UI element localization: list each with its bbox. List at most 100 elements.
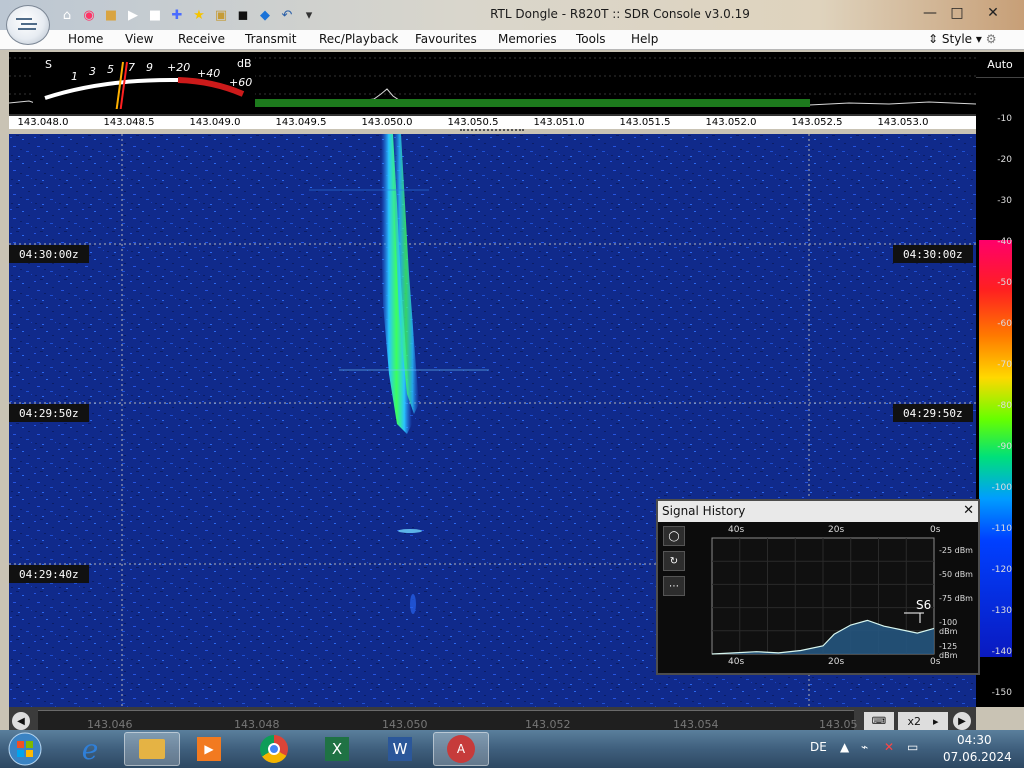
freq-label: 143.049.5 — [275, 117, 327, 128]
sdr-console-icon[interactable]: A — [433, 732, 489, 766]
close-icon[interactable]: ✕ — [963, 503, 974, 518]
camera-icon[interactable]: ◼ — [234, 6, 252, 24]
application-menu-orb[interactable] — [6, 5, 50, 45]
minimize-icon: — — [923, 5, 937, 21]
s-scale-9: 9 — [146, 61, 153, 74]
history-dbm-label: -125 dBm — [939, 642, 958, 660]
dropdown-icon[interactable]: ▾ — [300, 6, 318, 24]
keyboard-icon[interactable]: ⌨ — [864, 712, 894, 730]
signal-history-panel[interactable]: Signal History ✕ ◯ ↻ ⋯ 40s 20s 0s 40s 20… — [656, 499, 980, 675]
style-label: Style — [941, 32, 973, 46]
play-icon[interactable]: ▶ — [124, 6, 142, 24]
menu-help[interactable]: Help — [631, 32, 658, 46]
stop-icon[interactable]: ■ — [146, 6, 164, 24]
s-scale-1: 1 — [71, 70, 78, 83]
zoom-button[interactable]: x2 ▸ — [898, 712, 948, 730]
signal-history-title-bar[interactable]: Signal History ✕ — [658, 501, 978, 522]
star-icon[interactable]: ★ — [190, 6, 208, 24]
undo-icon[interactable]: ↶ — [278, 6, 296, 24]
scale-label: -40 — [997, 237, 1012, 247]
menu-receive[interactable]: Receive — [178, 32, 225, 46]
style-dropdown[interactable]: ⇕ Style ▾ ⚙ — [928, 32, 996, 46]
chevron-down-icon: ▾ — [975, 32, 982, 46]
lock-icon[interactable]: ▣ — [212, 6, 230, 24]
freq-label: 143.049.0 — [189, 117, 241, 128]
waterfall-time-label: 04:29:50z — [9, 404, 89, 422]
s-scale-5: 5 — [107, 63, 114, 76]
scale-label: -120 — [991, 565, 1012, 575]
freq-label: 143.048.0 — [17, 117, 69, 128]
auto-button[interactable]: Auto — [976, 52, 1024, 78]
settings-icon: ⚙ — [985, 32, 997, 46]
add-icon[interactable]: ✚ — [168, 6, 186, 24]
app-logo-icon — [16, 18, 37, 30]
zoom-label: x2 — [907, 714, 921, 728]
scale-label: -30 — [997, 196, 1012, 206]
spectrum-display[interactable]: S dB 1 3 5 7 9 +20 +40 +60 — [9, 52, 976, 115]
word-icon[interactable]: W — [376, 732, 424, 766]
action-center-icon[interactable]: ✕ — [884, 740, 894, 754]
freq-label: 143.048.5 — [103, 117, 155, 128]
db-scale-20: +20 — [167, 61, 191, 74]
internet-explorer-icon[interactable]: e — [66, 732, 114, 766]
history-time-top-20s: 20s — [828, 525, 845, 535]
title-bar: ⌂ ◉ ■ ▶ ■ ✚ ★ ▣ ◼ ◆ ↶ ▾ RTL Dongle - R82… — [0, 0, 1024, 30]
menu-transmit[interactable]: Transmit — [245, 32, 296, 46]
db-scale-60: +60 — [229, 76, 253, 89]
db-label: dB — [237, 57, 252, 70]
freq-label: 143.052.0 — [705, 117, 757, 128]
home-icon[interactable]: ⌂ — [58, 6, 76, 24]
history-time-bottom-40s: 40s — [728, 657, 745, 667]
close-icon: ✕ — [987, 5, 999, 21]
s-scale-3: 3 — [89, 65, 96, 78]
help-ring-icon[interactable]: ◉ — [80, 6, 98, 24]
freq-label: 143.052.5 — [791, 117, 843, 128]
s-meter: S dB 1 3 5 7 9 +20 +40 +60 — [33, 54, 255, 115]
show-hidden-icons[interactable]: ▲ — [840, 740, 849, 754]
display-icon[interactable]: ▭ — [907, 740, 918, 754]
history-time-top-40s: 40s — [728, 525, 745, 535]
frequency-axis[interactable]: 143.048.0 143.048.5 143.049.0 143.049.5 … — [9, 114, 976, 131]
scale-label: -50 — [997, 278, 1012, 288]
scale-label: -20 — [997, 155, 1012, 165]
clock-time[interactable]: 04:30 — [957, 733, 992, 747]
db-scale-40: +40 — [197, 67, 221, 80]
splitter-handle[interactable] — [460, 129, 524, 131]
language-indicator[interactable]: DE — [810, 740, 827, 754]
clock-date[interactable]: 07.06.2024 — [943, 750, 1012, 764]
quick-access-toolbar: ⌂ ◉ ■ ▶ ■ ✚ ★ ▣ ◼ ◆ ↶ ▾ — [58, 6, 318, 24]
sdr-console-window: ⌂ ◉ ■ ▶ ■ ✚ ★ ▣ ◼ ◆ ↶ ▾ RTL Dongle - R82… — [0, 0, 1024, 768]
menu-rec-playback[interactable]: Rec/Playback — [319, 32, 398, 46]
menu-home[interactable]: Home — [68, 32, 103, 46]
menu-bar: Home View Receive Transmit Rec/Playback … — [0, 30, 1024, 50]
maximize-button[interactable]: □ — [944, 2, 970, 24]
drop-icon[interactable]: ◆ — [256, 6, 274, 24]
color-scale[interactable]: Auto -10 -20 -30 -40 -50 -60 -70 -80 -90… — [976, 52, 1024, 707]
maximize-icon: □ — [950, 5, 964, 21]
folder-icon[interactable]: ■ — [102, 6, 120, 24]
history-s-level: S6 — [916, 598, 932, 612]
s-label: S — [45, 58, 52, 71]
close-button[interactable]: ✕ — [980, 2, 1006, 24]
minimize-button[interactable]: — — [917, 2, 943, 24]
menu-tools[interactable]: Tools — [576, 32, 606, 46]
scale-label: -70 — [997, 360, 1012, 370]
media-player-icon[interactable]: ▶ — [185, 732, 233, 766]
waterfall-time-label: 04:30:00z — [9, 245, 89, 263]
scale-label: -130 — [991, 606, 1012, 616]
freq-label: 143.051.0 — [533, 117, 585, 128]
menu-view[interactable]: View — [125, 32, 153, 46]
menu-favourites[interactable]: Favourites — [415, 32, 477, 46]
windows-taskbar: e ▶ X W A DE ▲ ⌁ ✕ ▭ 04:30 07.06.2024 — [0, 730, 1024, 768]
network-icon[interactable]: ⌁ — [861, 740, 868, 754]
scale-label: -90 — [997, 442, 1012, 452]
windows-logo-icon[interactable] — [3, 732, 47, 766]
spectrum-passband — [247, 99, 810, 107]
file-explorer-icon[interactable] — [124, 732, 180, 766]
scroll-right-icon[interactable]: ▶ — [953, 712, 971, 730]
history-time-bottom-20s: 20s — [828, 657, 845, 667]
menu-memories[interactable]: Memories — [498, 32, 557, 46]
excel-icon[interactable]: X — [313, 732, 361, 766]
scroll-left-icon[interactable]: ◀ — [12, 712, 30, 730]
chrome-icon[interactable] — [250, 732, 298, 766]
